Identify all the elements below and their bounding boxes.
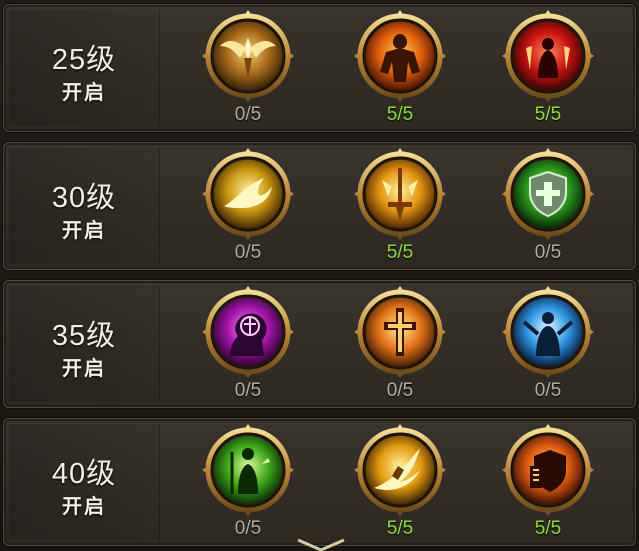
unlock-label: 开启 — [62, 82, 106, 104]
fire-warrior-icon — [354, 10, 446, 102]
skill-slot[interactable]: 0/5 — [200, 422, 296, 542]
blue-prophet-icon — [502, 286, 594, 378]
skill-slot[interactable]: 0/5 — [200, 146, 296, 266]
level-row-30: 30级 开启 0/5 5/5 0/5 — [3, 142, 636, 270]
skill-progress: 5/5 — [534, 518, 562, 539]
skill-progress: 5/5 — [534, 104, 562, 125]
winged-angel-icon — [202, 10, 294, 102]
level-requirement: 25级 — [51, 44, 117, 76]
skill-progress: 0/5 — [234, 518, 262, 539]
level-requirement: 35级 — [51, 320, 117, 352]
unlock-label: 开启 — [62, 358, 106, 380]
level-row-40: 40级 开启 0/5 5/5 5/5 — [3, 418, 636, 546]
skill-slot[interactable]: 0/5 — [352, 284, 448, 404]
skill-slot[interactable]: 5/5 — [352, 422, 448, 542]
comet-strike-icon — [354, 424, 446, 516]
unlock-label: 开启 — [62, 496, 106, 518]
skill-slot[interactable]: 5/5 — [352, 146, 448, 266]
level-requirement: 30级 — [51, 182, 117, 214]
crimson-monk-icon — [502, 10, 594, 102]
skill-progress: 0/5 — [386, 380, 414, 401]
flaming-cross-icon — [354, 286, 446, 378]
skill-unlock-panel: 25级 开启 0/5 5/5 5/5 30级 开启 0/5 5/5 0/5 35… — [0, 0, 639, 551]
nature-priest-icon — [202, 424, 294, 516]
green-shield-icon — [502, 148, 594, 240]
level-row-35: 35级 开启 0/5 0/5 0/5 — [3, 280, 636, 408]
skill-slot[interactable]: 0/5 — [500, 146, 596, 266]
skill-slot[interactable]: 5/5 — [500, 422, 596, 542]
fire-shield-icon — [502, 424, 594, 516]
holy-sword-icon — [354, 148, 446, 240]
skill-progress: 5/5 — [386, 242, 414, 263]
skill-progress: 5/5 — [386, 104, 414, 125]
level-row-25: 25级 开启 0/5 5/5 5/5 — [3, 4, 636, 132]
skill-slot[interactable]: 0/5 — [500, 284, 596, 404]
skill-slot[interactable]: 0/5 — [200, 8, 296, 128]
skill-progress: 0/5 — [234, 242, 262, 263]
mind-sigil-icon — [202, 286, 294, 378]
skill-slot[interactable]: 5/5 — [352, 8, 448, 128]
skill-slot[interactable]: 0/5 — [200, 284, 296, 404]
unlock-label: 开启 — [62, 220, 106, 242]
skill-progress: 0/5 — [534, 242, 562, 263]
scroll-down-arrow-icon[interactable] — [296, 538, 346, 551]
skill-progress: 5/5 — [386, 518, 414, 539]
skill-progress: 0/5 — [234, 104, 262, 125]
skill-progress: 0/5 — [534, 380, 562, 401]
golden-phoenix-icon — [202, 148, 294, 240]
level-requirement: 40级 — [51, 458, 117, 490]
skill-progress: 0/5 — [234, 380, 262, 401]
skill-slot[interactable]: 5/5 — [500, 8, 596, 128]
